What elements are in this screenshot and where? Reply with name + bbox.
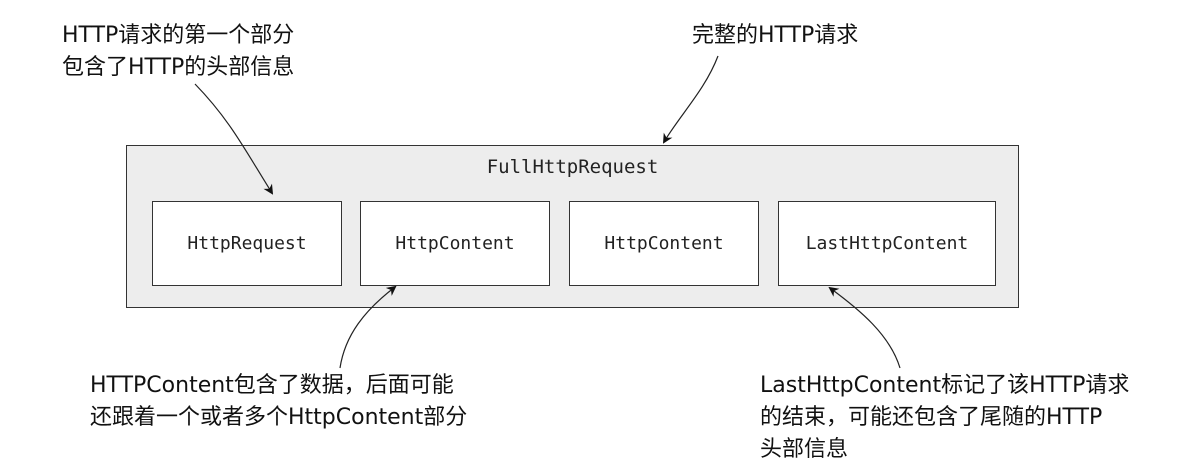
annotation-content: HTTPContent包含了数据，后面可能 还跟着一个或者多个HttpConte… (90, 370, 467, 434)
last-http-content-box: LastHttpContent (778, 201, 996, 286)
annotation-line: 还跟着一个或者多个HttpContent部分 (90, 405, 468, 430)
annotation-line: 包含了HTTP的头部信息 (62, 55, 295, 80)
arrow-full-request (662, 55, 719, 144)
annotation-line: 完整的HTTP请求 (692, 23, 859, 48)
annotation-line: HTTP请求的第一个部分 (62, 23, 295, 48)
annotation-line: 头部信息 (760, 437, 849, 462)
full-http-request-title: FullHttpRequest (486, 156, 659, 178)
http-request-box: HttpRequest (152, 201, 342, 286)
http-content-box-2: HttpContent (569, 201, 759, 286)
annotation-first-part: HTTP请求的第一个部分 包含了HTTP的头部信息 (62, 20, 294, 84)
annotation-line: LastHttpContent标记了该HTTP请求 (760, 373, 1130, 398)
diagram-canvas: HTTP请求的第一个部分 包含了HTTP的头部信息 完整的HTTP请求 Full… (0, 0, 1180, 476)
http-content-box-1: HttpContent (360, 201, 550, 286)
annotation-last-content: LastHttpContent标记了该HTTP请求 的结束，可能还包含了尾随的H… (760, 370, 1129, 466)
annotation-line: HTTPContent包含了数据，后面可能 (90, 373, 454, 398)
annotation-line: 的结束，可能还包含了尾随的HTTP (760, 405, 1103, 430)
full-http-request-box: FullHttpRequest HttpRequest HttpContent … (126, 145, 1019, 308)
annotation-full-request: 完整的HTTP请求 (692, 20, 858, 52)
